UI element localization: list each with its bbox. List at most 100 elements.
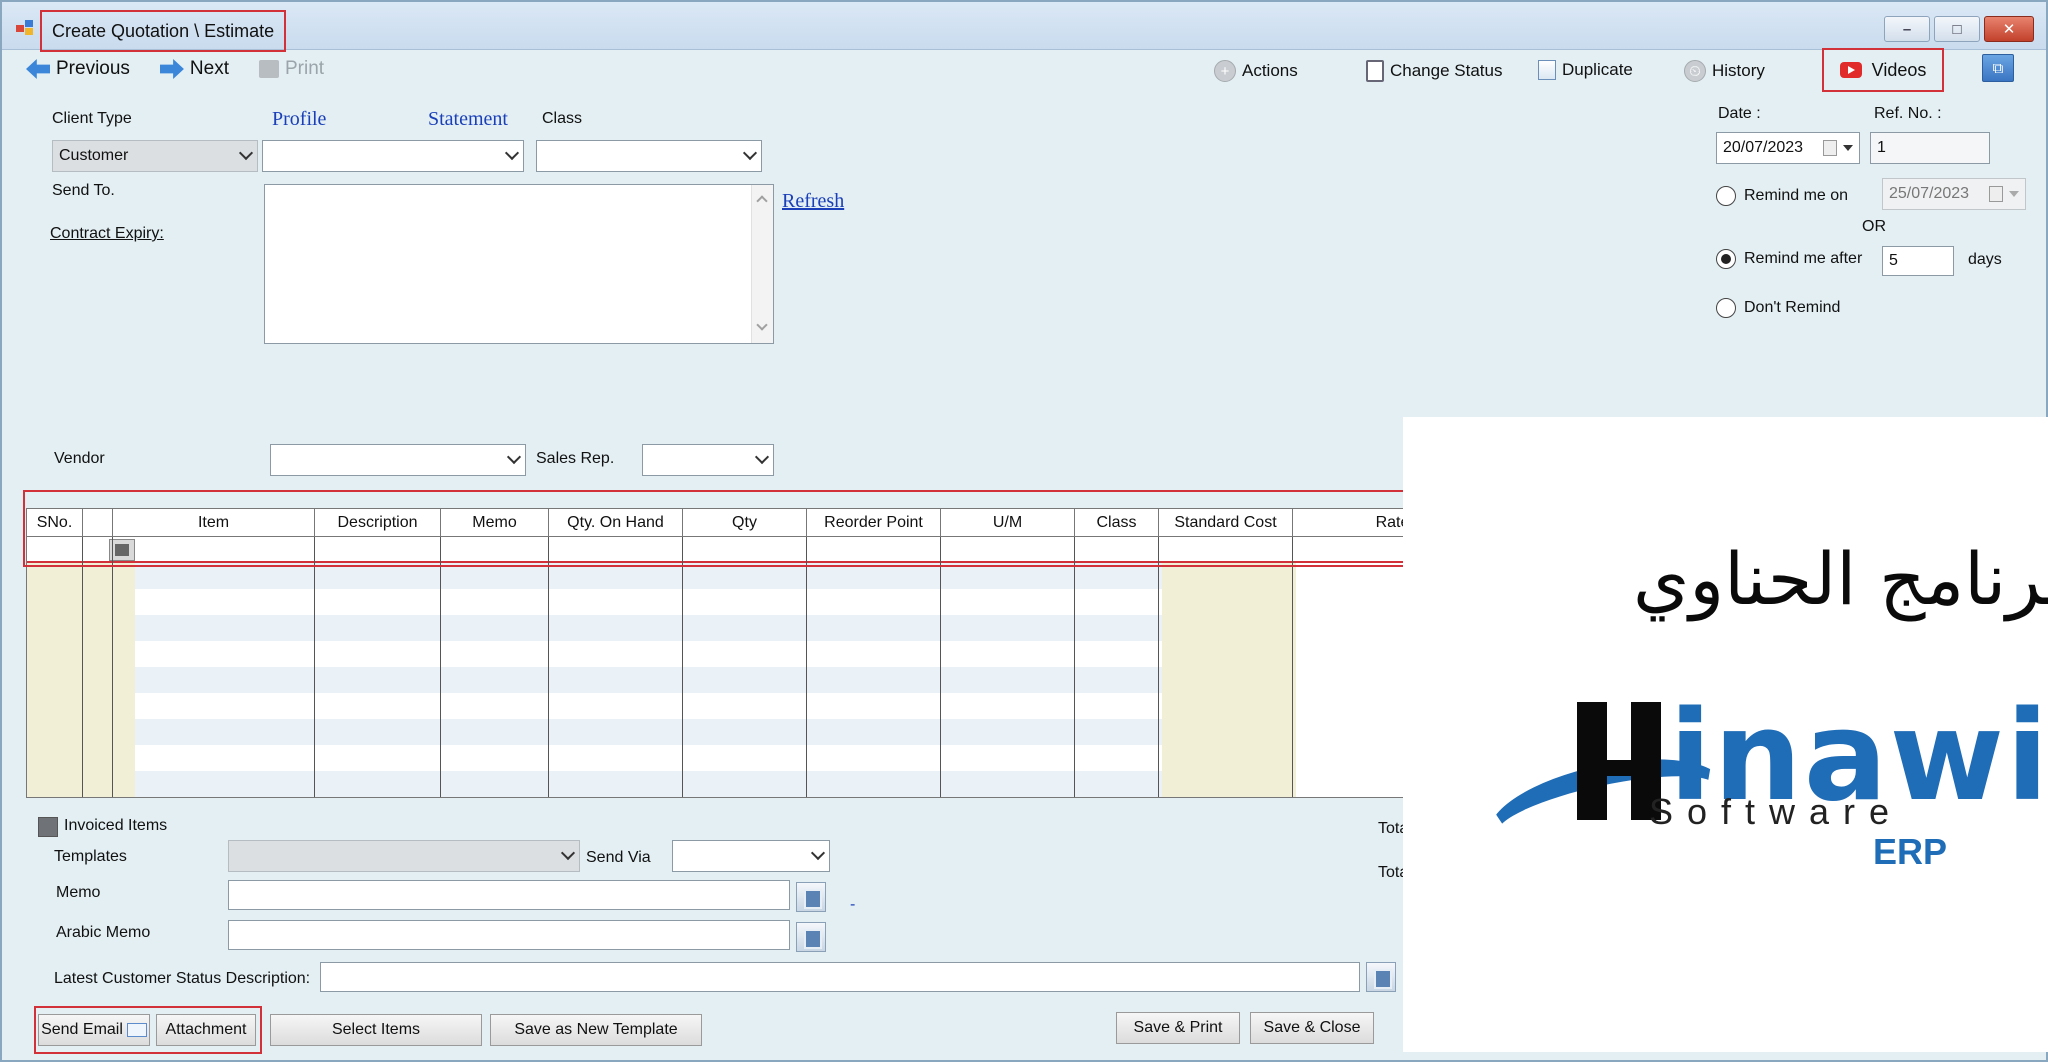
table-row[interactable] — [135, 641, 1162, 667]
sales-rep-label: Sales Rep. — [536, 450, 615, 467]
grid-column-divider — [440, 537, 441, 797]
grid-column-divider — [1158, 537, 1159, 797]
templates-label: Templates — [54, 848, 127, 865]
videos-label: Videos — [1871, 59, 1927, 80]
calendar-icon — [1989, 186, 2003, 202]
client-type-value: Customer — [59, 147, 129, 164]
contract-expiry-link[interactable]: Contract Expiry: — [50, 225, 164, 243]
textarea-scrollbar[interactable] — [751, 185, 773, 343]
minimize-button[interactable]: – — [1884, 16, 1930, 42]
arabic-memo-input[interactable] — [228, 920, 790, 950]
close-icon: ✕ — [2002, 21, 2016, 38]
remind-after-days-field[interactable]: 5 — [1882, 246, 1954, 276]
maximize-button[interactable]: □ — [1934, 16, 1980, 42]
remind-after-days-value: 5 — [1889, 252, 1898, 269]
refresh-link[interactable]: Refresh — [782, 190, 844, 213]
remind-on-radio[interactable]: Remind me on — [1716, 186, 1848, 206]
send-via-select[interactable] — [672, 840, 830, 872]
dont-remind-radio[interactable]: Don't Remind — [1716, 298, 1840, 318]
close-button[interactable]: ✕ — [1984, 16, 2034, 42]
grid-column-divider — [940, 537, 941, 797]
profile-link[interactable]: Profile — [272, 108, 326, 131]
class-label: Class — [542, 110, 583, 127]
table-row[interactable] — [135, 719, 1162, 745]
client-type-label: Client Type — [52, 110, 132, 127]
memo-input[interactable] — [228, 880, 790, 910]
sales-rep-select[interactable] — [642, 444, 774, 476]
memo-label: Memo — [56, 884, 101, 901]
radio-button — [1716, 186, 1736, 206]
client-type-select[interactable]: Customer — [52, 140, 258, 172]
change-status-label: Change Status — [1390, 61, 1503, 80]
chevron-down-icon — [504, 145, 520, 161]
save-print-button[interactable]: Save & Print — [1116, 1012, 1240, 1044]
chevron-down-icon — [506, 449, 522, 465]
arrow-right-icon — [159, 59, 184, 79]
actions-button[interactable]: + Actions — [1214, 60, 1298, 82]
print-label: Print — [285, 58, 325, 79]
grid-column-divider — [1074, 537, 1075, 797]
restore-icon: ⧉ — [1992, 59, 2004, 77]
templates-select[interactable] — [228, 840, 580, 872]
save-as-template-button[interactable]: Save as New Template — [490, 1014, 702, 1046]
window-title: Create Quotation \ Estimate — [52, 20, 275, 41]
restore-window-button[interactable]: ⧉ — [1982, 54, 2014, 82]
statement-link[interactable]: Statement — [428, 108, 508, 131]
logo-h-crossbar — [1577, 760, 1661, 776]
select-items-button[interactable]: Select Items — [270, 1014, 482, 1046]
latest-status-input[interactable] — [320, 962, 1360, 992]
class-select[interactable] — [536, 140, 762, 172]
window-title-frame: Create Quotation \ Estimate — [40, 10, 287, 52]
previous-button[interactable]: Previous — [26, 58, 130, 80]
invoiced-items-checkbox[interactable] — [38, 817, 58, 837]
grid-column-divider — [314, 537, 315, 797]
send-to-label: Send To. — [52, 182, 115, 199]
profile-select[interactable] — [262, 140, 524, 172]
arabic-memo-save-icon[interactable] — [796, 922, 826, 952]
table-row[interactable] — [135, 693, 1162, 719]
ref-no-value: 1 — [1877, 139, 1886, 156]
radio-button — [1716, 298, 1736, 318]
videos-button[interactable]: Videos — [1822, 48, 1944, 92]
remind-after-radio[interactable]: Remind me after — [1716, 249, 1862, 269]
print-button[interactable]: Print — [259, 58, 324, 80]
table-row[interactable] — [135, 667, 1162, 693]
grid-highlight-frame — [23, 490, 1408, 567]
chevron-down-icon — [810, 845, 826, 861]
save-close-button[interactable]: Save & Close — [1250, 1012, 1374, 1044]
change-status-button[interactable]: Change Status — [1366, 60, 1502, 82]
maximize-icon: □ — [1952, 20, 1962, 38]
grid-column-divider — [1292, 537, 1293, 797]
duplicate-button[interactable]: Duplicate — [1538, 60, 1633, 80]
table-row[interactable] — [135, 589, 1162, 615]
grid-body — [27, 537, 1405, 797]
status-save-icon[interactable] — [1366, 962, 1396, 992]
send-via-label: Send Via — [586, 849, 651, 866]
ref-no-field[interactable]: 1 — [1870, 132, 1990, 164]
scroll-up-icon[interactable] — [756, 195, 768, 207]
save-close-label: Save & Close — [1263, 1019, 1361, 1036]
table-row[interactable] — [135, 771, 1162, 797]
arabic-memo-label: Arabic Memo — [56, 924, 151, 941]
title-bar: Create Quotation \ Estimate – □ ✕ — [2, 2, 2046, 52]
table-row[interactable] — [135, 615, 1162, 641]
date-picker[interactable]: 20/07/2023 — [1716, 132, 1860, 164]
remind-after-label: Remind me after — [1744, 250, 1863, 267]
grid-column-divider — [82, 537, 83, 797]
remind-on-date-field[interactable]: 25/07/2023 — [1882, 178, 2026, 210]
next-button[interactable]: Next — [159, 58, 229, 80]
vendor-select[interactable] — [270, 444, 526, 476]
send-to-textarea[interactable] — [264, 184, 774, 344]
duplicate-icon — [1538, 60, 1556, 80]
date-dropdown-icon — [1843, 145, 1853, 151]
grid-column-divider — [806, 537, 807, 797]
printer-icon — [259, 60, 279, 78]
remind-on-label: Remind me on — [1744, 187, 1849, 204]
memo-save-icon[interactable] — [796, 882, 826, 912]
actions-icon: + — [1214, 60, 1236, 82]
scroll-down-icon[interactable] — [756, 319, 768, 331]
invoiced-items-label: Invoiced Items — [64, 817, 168, 834]
chevron-down-icon — [742, 145, 758, 161]
history-button[interactable]: ⏲ History — [1684, 60, 1765, 82]
table-row[interactable] — [135, 745, 1162, 771]
